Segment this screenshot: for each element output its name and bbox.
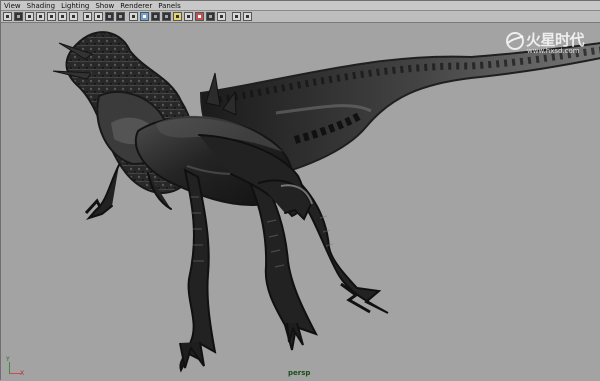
film-gate-icon[interactable] [47,12,56,21]
camera-attributes-icon[interactable] [14,12,23,21]
light-icon[interactable] [173,12,182,21]
planet-logo-icon [506,32,524,50]
texture-icon[interactable] [140,12,149,21]
menu-show[interactable]: Show [92,1,117,11]
grid-icon[interactable] [83,12,92,21]
axis-gizmo: X Y [6,356,25,377]
menu-panels[interactable]: Panels [155,1,184,11]
camera-name-label: persp [288,369,311,377]
viewport-menu-bar: View Shading Lighting Show Renderer Pane… [1,1,600,11]
lighting-icon[interactable] [151,12,160,21]
select-light-icon[interactable] [184,12,193,21]
menu-view[interactable]: View [1,1,24,11]
menu-shading[interactable]: Shading [24,1,58,11]
default-material-icon[interactable] [129,12,138,21]
menu-renderer[interactable]: Renderer [117,1,155,11]
xray-icon[interactable] [217,12,226,21]
maya-viewport-window: View Shading Lighting Show Renderer Pane… [0,0,600,381]
y-axis-label: Y [6,356,10,363]
stop-icon[interactable] [195,12,204,21]
gate-mask-icon[interactable] [69,12,78,21]
menu-lighting[interactable]: Lighting [58,1,92,11]
wireframe-icon[interactable] [94,12,103,21]
isolate-icon[interactable] [206,12,215,21]
image-plane-icon[interactable] [36,12,45,21]
shadow-icon[interactable] [162,12,171,21]
creature-model-render [52,31,600,373]
y-axis-line [9,362,10,374]
resolution-gate-icon[interactable] [58,12,67,21]
smooth-shade-icon[interactable] [105,12,114,21]
x-axis-label: X [20,370,25,377]
perspective-viewport[interactable]: 火星时代 www.hxsd.com X Y persp [1,23,600,381]
wireframe-on-shaded-icon[interactable] [116,12,125,21]
logo-url: www.hxsd.com [527,47,580,55]
brush-icon[interactable] [243,12,252,21]
gear-icon[interactable] [232,12,241,21]
viewport-toolbar [1,11,600,23]
watermark-logo: 火星时代 www.hxsd.com [504,27,597,58]
select-camera-icon[interactable] [3,12,12,21]
bookmark-icon[interactable] [25,12,34,21]
